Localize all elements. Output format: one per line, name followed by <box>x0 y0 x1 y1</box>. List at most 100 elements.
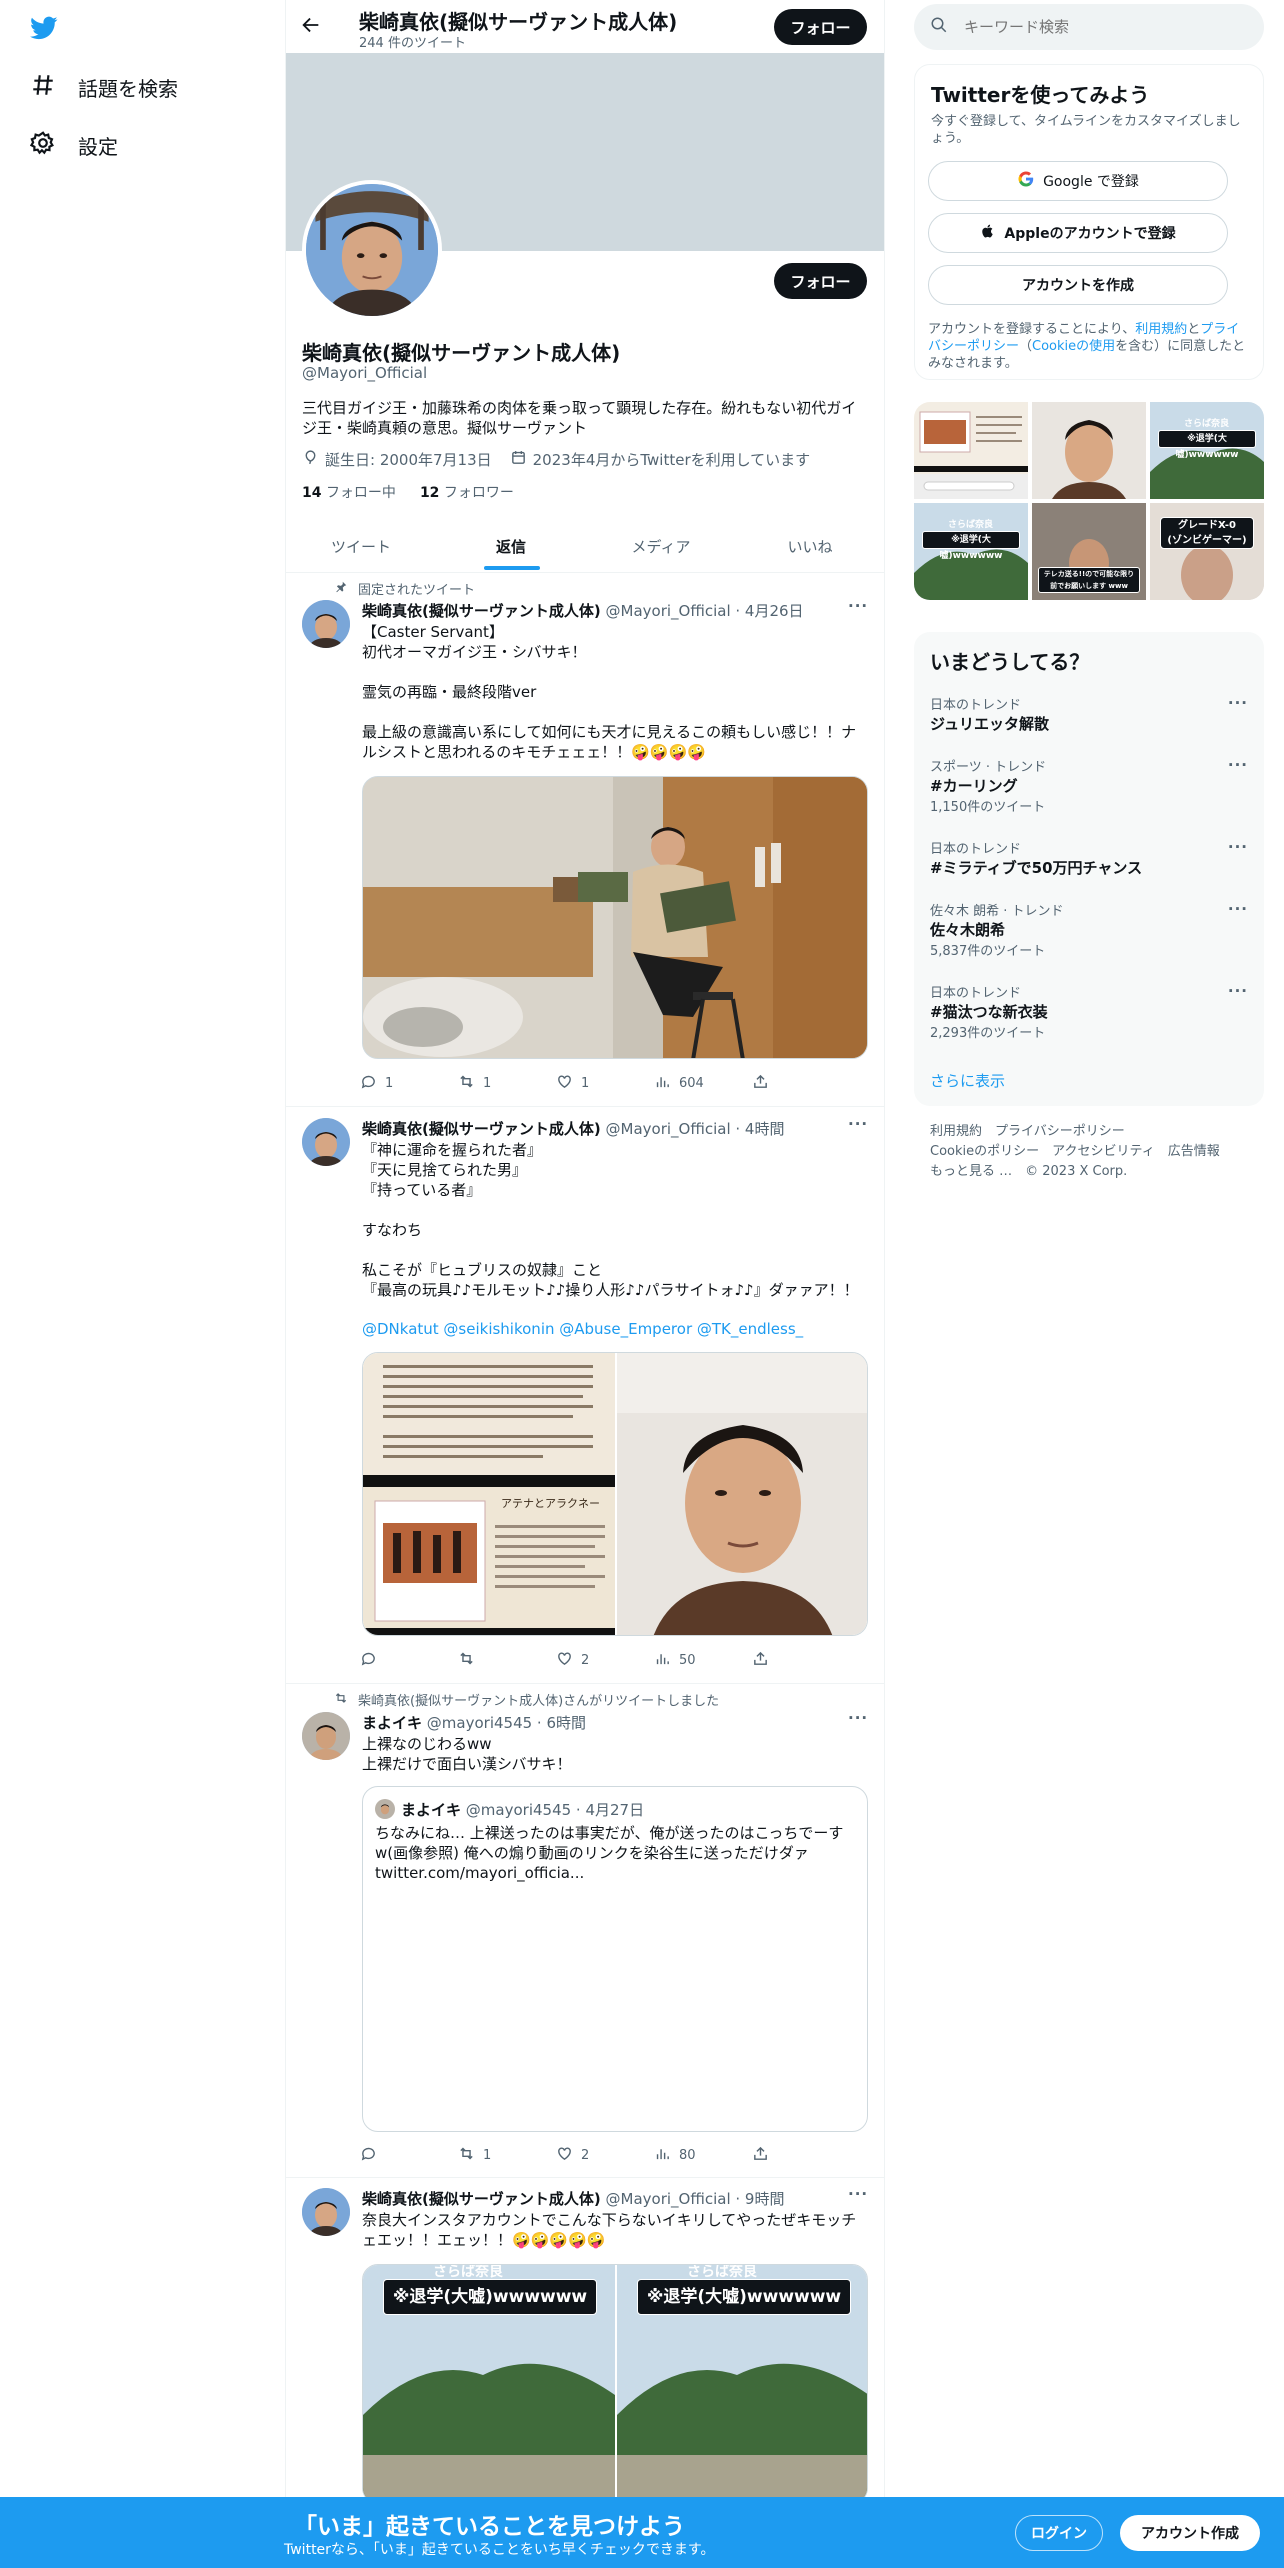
footer-line[interactable]: もっと見る … © 2023 X Corp. <box>930 1162 1220 1182</box>
more-icon[interactable]: ··· <box>848 1115 868 1133</box>
tweet-mentions[interactable]: @DNkatut @seikishikonin @Abuse_Emperor @… <box>362 1320 803 1338</box>
trend-category: 日本のトレンド <box>930 698 1022 713</box>
cookie-link[interactable]: Cookieの使用 <box>1032 339 1115 354</box>
trend-category: 日本のトレンド <box>930 986 1022 1001</box>
nav-explore[interactable]: 話題を検索 <box>30 72 178 103</box>
avatar[interactable] <box>302 2188 350 2236</box>
legal-and: と <box>1187 322 1201 337</box>
trend-name: #猫汰つな新衣装 <box>930 1003 1048 1021</box>
followers-link[interactable]: 12 フォロワー <box>420 482 514 502</box>
signup-button[interactable]: アカウント作成 <box>1120 2515 1260 2551</box>
quoted-tweet[interactable]: まよイキ @mayori4545 · 4月27日 ちなみにね… 上裸送ったのは事… <box>362 1786 868 2132</box>
quoted-meta: @mayori4545 · 4月27日 <box>465 1801 645 1819</box>
tweet-image-grid[interactable]: ※退学(大嘘)wwwwww ※退学(大嘘)wwwwww さらば奈良 さらば奈良 <box>362 2264 868 2504</box>
footer-links[interactable]: 利用規約 プライバシーポリシー Cookieのポリシー アクセシビリティ 広告情… <box>930 1122 1220 1182</box>
profile-follow-button[interactable]: フォロー <box>774 263 867 299</box>
twitter-logo-icon[interactable] <box>28 14 60 42</box>
media-thumb[interactable]: ※退学(大嘘)wwwwww さらば奈良 <box>914 503 1028 600</box>
share-button[interactable] <box>752 1650 850 1671</box>
more-icon[interactable]: ··· <box>848 1709 868 1727</box>
media-thumb[interactable]: ※退学(大嘘)wwwwww さらば奈良 <box>1150 402 1264 499</box>
views-button[interactable]: 50 <box>654 1650 752 1671</box>
trend-item[interactable]: 日本のトレンド ジュリエッタ解散 ··· <box>930 694 1248 734</box>
views-icon <box>654 2145 671 2166</box>
profile-name: 柴崎真依(擬似サーヴァント成人体) <box>302 341 621 365</box>
retweet-count: 1 <box>483 1076 492 1091</box>
retweet-button[interactable]: 1 <box>458 2145 556 2166</box>
apple-signup-label: Appleのアカウントで登録 <box>1004 226 1176 242</box>
search-box[interactable] <box>914 4 1264 50</box>
back-arrow-icon[interactable] <box>300 14 324 38</box>
trend-item[interactable]: 日本のトレンド #猫汰つな新衣装 2,293件のツイート ··· <box>930 982 1248 1041</box>
share-button[interactable] <box>752 1073 850 1094</box>
profile-avatar[interactable] <box>302 180 442 320</box>
reply-button[interactable] <box>360 2145 458 2166</box>
like-button[interactable]: 2 <box>556 2145 654 2166</box>
following-link[interactable]: 14 フォロー中 <box>302 482 396 502</box>
trend-item[interactable]: 日本のトレンド #ミラティブで50万円チャンス ··· <box>930 838 1248 878</box>
login-button[interactable]: ログイン <box>1015 2515 1103 2551</box>
tweet-meta[interactable]: @Mayori_Official · 9時間 <box>606 2190 785 2208</box>
header-follow-button[interactable]: フォロー <box>774 9 867 45</box>
retweet-label[interactable]: 柴崎真依(擬似サーヴァント成人体)さんがリツイートしました <box>358 1690 719 1709</box>
retweet-button[interactable]: 1 <box>458 1073 556 1094</box>
more-icon[interactable]: ··· <box>1228 838 1248 856</box>
media-thumb[interactable]: グレードX-0 (ゾンビゲーマー) <box>1150 503 1264 600</box>
tweet-author-name[interactable]: まよイキ <box>362 1714 422 1732</box>
trends-more-link[interactable]: さらに表示 <box>930 1070 1005 1091</box>
quoted-header: まよイキ @mayori4545 · 4月27日 <box>401 1799 644 1820</box>
apple-signup-button[interactable]: Appleのアカウントで登録 <box>928 213 1228 253</box>
google-signup-button[interactable]: Google で登録 <box>928 161 1228 201</box>
media-thumb[interactable] <box>914 402 1028 499</box>
avatar[interactable] <box>302 600 350 648</box>
more-icon[interactable]: ··· <box>848 597 868 615</box>
views-button[interactable]: 80 <box>654 2145 752 2166</box>
share-button[interactable] <box>752 2145 850 2166</box>
search-input[interactable] <box>964 18 1224 36</box>
retweet-icon <box>458 1650 475 1671</box>
tweet-meta[interactable]: @Mayori_Official · 4月26日 <box>606 602 804 620</box>
retweet-button[interactable] <box>458 1650 556 1671</box>
reply-button[interactable]: 1 <box>360 1073 458 1094</box>
quoted-body: ちなみにね… 上裸送ったのは事実だが、俺が送ったのはこっちでーすw(画像参照) … <box>375 1824 844 1882</box>
tweet-header: 柴崎真依(擬似サーヴァント成人体) @Mayori_Official · 9時間 <box>362 2188 784 2209</box>
tweet-author-name[interactable]: 柴崎真依(擬似サーヴァント成人体) <box>362 1120 601 1138</box>
following-count: 14 <box>302 485 322 501</box>
tweet-meta[interactable]: @Mayori_Official · 4時間 <box>606 1120 785 1138</box>
thumb-caption: グレードX-0 (ゾンビゲーマー) <box>1160 517 1254 549</box>
tweet-image-grid[interactable]: アテナとアラクネー <box>362 1352 868 1636</box>
trend-item[interactable]: スポーツ · トレンド #カーリング 1,150件のツイート ··· <box>930 756 1248 815</box>
legal-prefix: アカウントを登録することにより、 <box>928 322 1136 337</box>
more-icon[interactable]: ··· <box>1228 694 1248 712</box>
tab-tweets[interactable]: ツイート <box>286 520 436 572</box>
tweet-meta[interactable]: @mayori4545 · 6時間 <box>427 1714 586 1732</box>
footer-line[interactable]: Cookieのポリシー アクセシビリティ 広告情報 <box>930 1142 1220 1162</box>
tweet-author-name[interactable]: 柴崎真依(擬似サーヴァント成人体) <box>362 602 601 620</box>
image-title: アテナとアラクネー <box>501 1497 600 1510</box>
terms-link[interactable]: 利用規約 <box>1135 322 1187 337</box>
profile-media-grid: ※退学(大嘘)wwwwww さらば奈良 ※退学(大嘘)wwwwww さらば奈良 … <box>914 402 1264 600</box>
nav-settings[interactable]: 設定 <box>29 130 118 161</box>
more-icon[interactable]: ··· <box>1228 900 1248 918</box>
tab-replies[interactable]: 返信 <box>436 520 586 572</box>
thumb-caption: ※退学(大嘘)wwwwww <box>1158 430 1256 460</box>
more-icon[interactable]: ··· <box>1228 982 1248 1000</box>
like-button[interactable]: 1 <box>556 1073 654 1094</box>
tweet-image[interactable] <box>362 776 868 1059</box>
views-button[interactable]: 604 <box>654 1073 752 1094</box>
reply-button[interactable] <box>360 1650 458 1671</box>
tab-likes[interactable]: いいね <box>736 520 884 572</box>
tab-media[interactable]: メディア <box>586 520 736 572</box>
more-icon[interactable]: ··· <box>848 2185 868 2203</box>
tweet-author-name[interactable]: 柴崎真依(擬似サーヴァント成人体) <box>362 2190 601 2208</box>
like-button[interactable]: 2 <box>556 1650 654 1671</box>
avatar[interactable] <box>302 1712 350 1760</box>
tweet-actions: 1 1 1 604 <box>360 1073 850 1094</box>
footer-line[interactable]: 利用規約 プライバシーポリシー <box>930 1122 1220 1142</box>
avatar[interactable] <box>302 1118 350 1166</box>
create-account-button[interactable]: アカウントを作成 <box>928 265 1228 305</box>
media-thumb[interactable]: テレカ送る!!ので可能な限り 前でお願いします www <box>1032 503 1146 600</box>
trend-item[interactable]: 佐々木 朗希 · トレンド 佐々木朗希 5,837件のツイート ··· <box>930 900 1248 959</box>
more-icon[interactable]: ··· <box>1228 756 1248 774</box>
media-thumb[interactable] <box>1032 402 1146 499</box>
